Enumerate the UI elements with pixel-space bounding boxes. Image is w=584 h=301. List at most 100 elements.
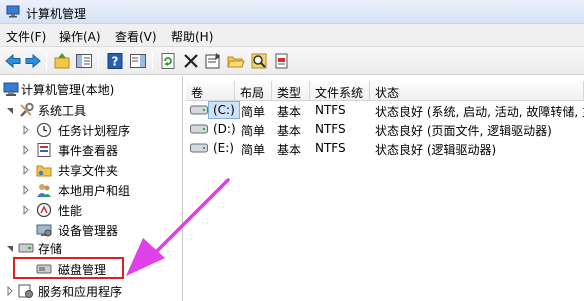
back-icon [5, 53, 21, 69]
toolbar: ? [0, 47, 584, 75]
menu-view[interactable]: 查看(V) [113, 28, 159, 45]
menu-bar: 文件(F) 操作(A) 查看(V) 帮助(H) [0, 24, 584, 47]
action-pane-button[interactable] [127, 50, 149, 72]
tree-item-label: 本地用户和组 [58, 184, 131, 198]
tree-item-label: 存储 [38, 242, 63, 256]
show-hide-tree-icon [76, 54, 92, 68]
delete-button[interactable] [180, 50, 202, 72]
chevron-right-icon[interactable] [22, 145, 30, 155]
title-bar: 计算机管理 [0, 0, 584, 24]
volume-filesystem: NTFS [315, 103, 346, 117]
tree-item-storage[interactable]: 存储 [0, 238, 182, 258]
tree-item-label: 性能 [58, 204, 83, 218]
properties-icon [205, 53, 220, 69]
tree-item-label: 任务计划程序 [58, 124, 131, 138]
back-button[interactable] [2, 50, 24, 72]
chevron-right-icon[interactable] [22, 185, 30, 195]
drive-icon [190, 105, 208, 115]
volume-name: (E:) [213, 141, 234, 155]
disk-management-highlight [13, 257, 124, 279]
tree-item-label: 服务和应用程序 [38, 285, 123, 299]
chevron-right-icon[interactable] [22, 125, 30, 135]
tree-item-label: 系统工具 [38, 104, 87, 118]
refresh-button[interactable] [157, 50, 179, 72]
volume-type: 基本 [277, 143, 302, 157]
computer-management-icon [3, 82, 19, 96]
search-icon [251, 53, 267, 69]
services-icon [18, 284, 33, 298]
tree-item-services-apps[interactable]: 服务和应用程序 [0, 281, 182, 301]
delete-icon [184, 54, 198, 68]
volume-filesystem: NTFS [315, 141, 346, 155]
column-header-type[interactable]: 类型 [272, 81, 310, 101]
drive-icon [190, 143, 208, 153]
performance-icon [36, 202, 52, 218]
table-row[interactable]: (E:) 简单 基本 NTFS 状态良好 (逻辑驱动器) [186, 139, 584, 158]
window-title: 计算机管理 [26, 7, 87, 21]
toolbar-separator [98, 51, 99, 70]
tools-icon [20, 102, 34, 117]
tree-item-device-manager[interactable]: 设备管理器 [0, 220, 182, 240]
tree-item-shared-folders[interactable]: 共享文件夹 [0, 160, 182, 180]
volume-filesystem: NTFS [315, 122, 346, 136]
chevron-down-icon[interactable] [6, 243, 14, 253]
menu-action[interactable]: 操作(A) [57, 28, 103, 45]
table-row[interactable]: (C:) 简单 基本 NTFS 状态良好 (系统, 启动, 活动, 故障转储, … [186, 101, 584, 120]
search-button[interactable] [248, 50, 270, 72]
menu-help[interactable]: 帮助(H) [169, 28, 215, 45]
volume-layout: 简单 [241, 143, 266, 157]
disk-settings-icon [275, 53, 288, 69]
show-hide-tree-button[interactable] [73, 50, 95, 72]
tree-item-performance[interactable]: 性能 [0, 200, 182, 220]
volume-list: 卷 布局 类型 文件系统 状态 (C:) 简单 基本 NTFS 状态良好 (系统… [186, 76, 584, 301]
tree-item-label: 计算机管理(本地) [21, 83, 115, 97]
column-header-layout[interactable]: 布局 [235, 81, 272, 101]
forward-icon [25, 53, 41, 69]
volume-layout: 简单 [241, 124, 266, 138]
tree-item-local-users[interactable]: 本地用户和组 [0, 180, 182, 200]
up-folder-icon [54, 53, 70, 69]
chevron-right-icon[interactable] [22, 165, 30, 175]
disk-settings-button[interactable] [271, 50, 293, 72]
forward-button[interactable] [22, 50, 44, 72]
volume-layout: 简单 [241, 105, 266, 119]
up-button[interactable] [51, 50, 73, 72]
toolbar-separator [152, 51, 153, 70]
tree-item-computer-management[interactable]: 计算机管理(本地) [0, 79, 182, 99]
column-header-filesystem[interactable]: 文件系统 [310, 81, 370, 101]
tree-item-task-scheduler[interactable]: 任务计划程序 [0, 120, 182, 140]
svg-text:?: ? [112, 55, 119, 69]
tree-item-label: 设备管理器 [58, 224, 119, 238]
chevron-right-icon[interactable] [6, 286, 14, 296]
volume-type: 基本 [277, 105, 302, 119]
shared-folder-icon [36, 165, 52, 177]
help-icon: ? [107, 53, 123, 69]
column-header-volume[interactable]: 卷 [186, 81, 235, 101]
volume-status: 状态良好 (页面文件, 逻辑驱动器) [375, 124, 552, 138]
chevron-right-icon[interactable] [22, 205, 30, 215]
toolbar-separator [46, 51, 47, 70]
device-manager-icon [36, 224, 52, 237]
storage-icon [18, 243, 34, 253]
tree-item-system-tools[interactable]: 系统工具 [0, 100, 182, 120]
volume-status: 状态良好 (系统, 启动, 活动, 故障转储, 主 [375, 105, 584, 119]
volume-name: (D:) [213, 122, 236, 136]
drive-icon [190, 124, 208, 134]
open-folder-button[interactable] [225, 50, 247, 72]
volume-type: 基本 [277, 124, 302, 138]
computer-management-icon [6, 5, 20, 18]
tree-item-event-viewer[interactable]: 事件查看器 [0, 140, 182, 160]
properties-button[interactable] [202, 50, 224, 72]
clock-icon [36, 122, 52, 138]
table-row[interactable]: (D:) 简单 基本 NTFS 状态良好 (页面文件, 逻辑驱动器) [186, 120, 584, 139]
volume-name: (C:) [213, 103, 235, 117]
chevron-down-icon[interactable] [6, 105, 14, 115]
help-button[interactable]: ? [104, 50, 126, 72]
volume-status: 状态良好 (逻辑驱动器) [375, 143, 497, 157]
tree-item-label: 事件查看器 [58, 144, 119, 158]
open-folder-icon [227, 56, 245, 68]
users-icon [37, 184, 51, 197]
column-header-status[interactable]: 状态 [370, 81, 584, 101]
tree-item-label: 共享文件夹 [58, 164, 119, 178]
menu-file[interactable]: 文件(F) [4, 28, 48, 45]
